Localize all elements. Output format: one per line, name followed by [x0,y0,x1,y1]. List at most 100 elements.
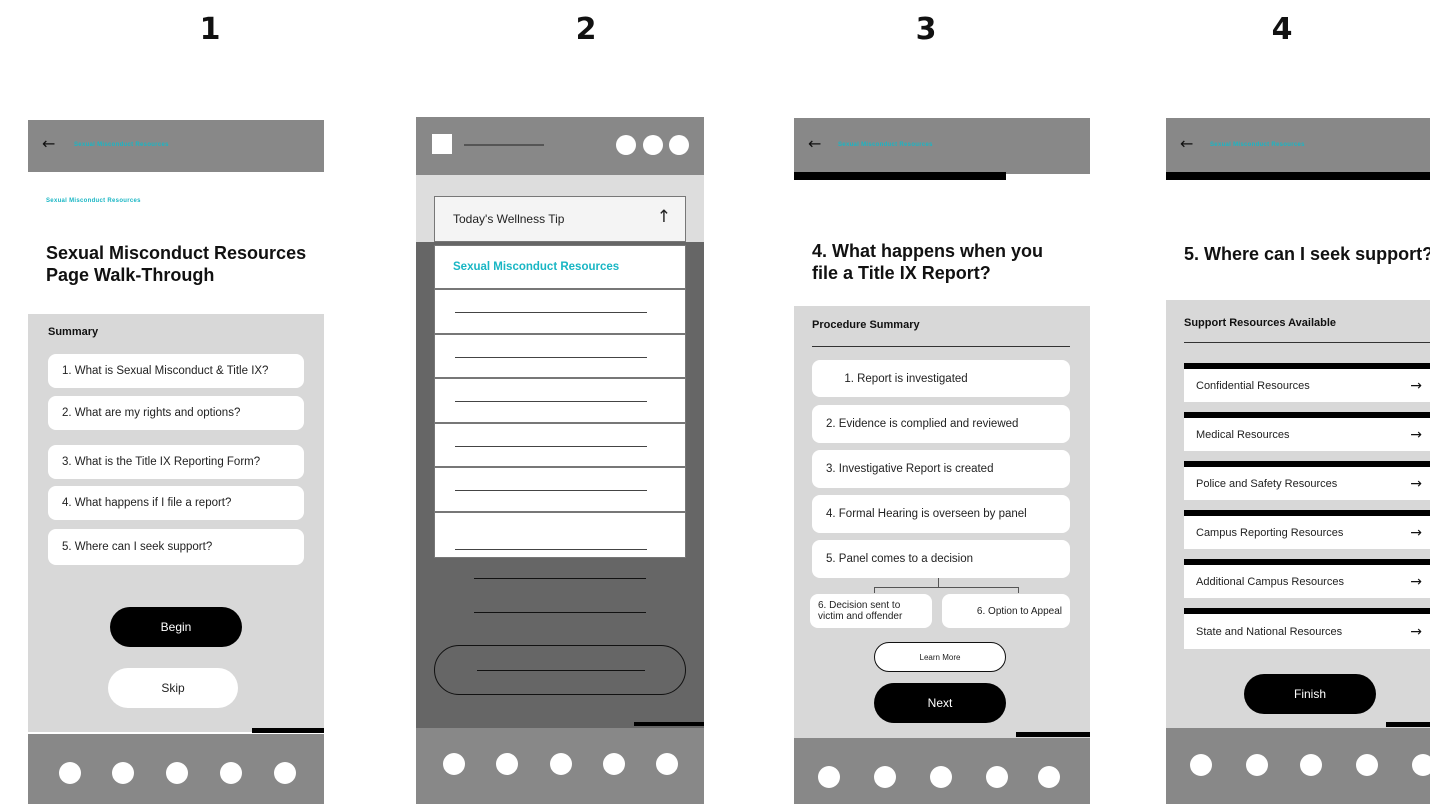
resource-campus-reporting[interactable]: Campus Reporting Resources → [1184,516,1430,549]
right-arrow-icon[interactable]: → [1410,378,1422,394]
top-bar: ← Sexual Misconduct Resources [28,120,324,172]
title-placeholder-line [464,144,544,146]
procedure-step-5[interactable]: 5. Panel comes to a decision [812,540,1070,578]
summary-label: Summary [48,326,99,338]
top-bar: ← Sexual Misconduct Resources [1166,118,1430,174]
placeholder-line [474,578,646,579]
scroll-indicator [1386,722,1430,727]
bottom-nav-bar [794,738,1090,804]
begin-button[interactable]: Begin [110,607,242,647]
resource-state-national[interactable]: State and National Resources → [1184,614,1430,649]
menu-item-placeholder[interactable] [434,423,686,467]
search-pill-placeholder[interactable] [434,645,686,695]
divider [1184,342,1430,343]
top-bar: ← Sexual Misconduct Resources [794,118,1090,174]
placeholder-line [474,612,646,613]
top-bar-title[interactable]: Sexual Misconduct Resources [74,142,169,148]
summary-item-2[interactable]: 2. What are my rights and options? [48,396,304,430]
right-arrow-icon[interactable]: → [1410,624,1422,640]
right-arrow-icon[interactable]: → [1410,476,1422,492]
nav-dot-4[interactable] [220,762,242,784]
nav-dot-3[interactable] [930,766,952,788]
nav-dot-5[interactable] [656,753,678,775]
nav-dot-1[interactable] [818,766,840,788]
nav-dot-3[interactable] [1300,754,1322,776]
nav-dot-4[interactable] [603,753,625,775]
nav-dot-1[interactable] [59,762,81,784]
finish-button[interactable]: Finish [1244,674,1376,714]
nav-dot-2[interactable] [1246,754,1268,776]
nav-dot-2[interactable] [112,762,134,784]
menu-dot-icon[interactable] [669,135,689,155]
resource-confidential[interactable]: Confidential Resources → [1184,369,1430,402]
learn-more-button[interactable]: Learn More [874,642,1006,672]
menu-item-placeholder[interactable] [434,334,686,378]
menu-item-placeholder[interactable] [434,378,686,423]
section-link[interactable]: Sexual Misconduct Resources [46,198,141,204]
nav-dot-1[interactable] [443,753,465,775]
back-arrow-icon[interactable]: ← [808,134,821,153]
branch-connector [938,578,939,587]
nav-dot-4[interactable] [1356,754,1378,776]
menu-item-placeholder[interactable] [434,289,686,334]
outcome-decision-sent[interactable]: 6. Decision sent to victim and offender [810,594,932,628]
divider [812,346,1070,347]
wireframe-board: 1 2 3 4 ← Sexual Misconduct Resources Se… [0,0,1430,804]
page-title-line-2: file a Title IX Report? [812,263,991,283]
nav-dot-2[interactable] [496,753,518,775]
skip-button[interactable]: Skip [108,668,238,708]
summary-item-5[interactable]: 5. Where can I seek support? [48,529,304,565]
nav-dot-4[interactable] [986,766,1008,788]
menu-item-placeholder[interactable] [434,512,686,558]
menu-item-sexual-misconduct[interactable]: Sexual Misconduct Resources [434,245,686,289]
nav-dot-5[interactable] [1038,766,1060,788]
summary-panel: Summary 1. What is Sexual Misconduct & T… [28,314,324,733]
right-arrow-icon[interactable]: → [1410,525,1422,541]
resource-additional-campus[interactable]: Additional Campus Resources → [1184,565,1430,598]
procedure-panel: Procedure Summary 1. Report is investiga… [794,306,1090,738]
procedure-step-3[interactable]: 3. Investigative Report is created [812,450,1070,488]
summary-item-3[interactable]: 3. What is the Title IX Reporting Form? [48,445,304,479]
resource-label: Police and Safety Resources [1196,477,1338,490]
page-title-line-1: 4. What happens when you [812,241,1044,261]
nav-dot-3[interactable] [550,753,572,775]
outcome-decision-line-2: victim and offender [818,611,903,622]
back-arrow-icon[interactable]: ← [42,134,55,153]
menu-dot-icon[interactable] [643,135,663,155]
resource-label: Campus Reporting Resources [1196,526,1344,539]
right-arrow-icon[interactable]: → [1410,427,1422,443]
nav-dot-2[interactable] [874,766,896,788]
next-button[interactable]: Next [874,683,1006,723]
nav-dot-1[interactable] [1190,754,1212,776]
resource-police-safety[interactable]: Police and Safety Resources → [1184,467,1430,500]
nav-dot-5[interactable] [274,762,296,784]
top-bar-title[interactable]: Sexual Misconduct Resources [838,142,933,148]
procedure-step-4[interactable]: 4. Formal Hearing is overseen by panel [812,495,1070,533]
summary-item-4[interactable]: 4. What happens if I file a report? [48,486,304,520]
scroll-indicator [634,722,704,726]
resource-label: Medical Resources [1196,428,1290,441]
resource-medical[interactable]: Medical Resources → [1184,418,1430,451]
menu-item-placeholder[interactable] [434,467,686,512]
right-arrow-icon[interactable]: → [1410,574,1422,590]
nav-dot-3[interactable] [166,762,188,784]
bottom-nav-bar [1166,728,1430,804]
back-arrow-icon[interactable]: ← [1180,134,1193,153]
outcome-option-to-appeal[interactable]: 6. Option to Appeal [942,594,1070,628]
procedure-step-1[interactable]: 1. Report is investigated [812,360,1070,397]
bottom-nav-bar [416,728,704,804]
menu-dot-icon[interactable] [616,135,636,155]
procedure-step-2[interactable]: 2. Evidence is complied and reviewed [812,405,1070,443]
wellness-tip-row[interactable]: Today's Wellness Tip ↑ [434,196,686,242]
summary-item-1[interactable]: 1. What is Sexual Misconduct & Title IX? [48,354,304,388]
nav-dot-5[interactable] [1412,754,1430,776]
resource-label: State and National Resources [1196,625,1343,638]
up-arrow-icon[interactable]: ↑ [657,207,671,227]
menu-item-label: Sexual Misconduct Resources [453,261,620,273]
progress-bar [1166,172,1430,180]
page-title: 5. Where can I seek support? [1184,244,1430,264]
outcome-decision-line-1: 6. Decision sent to [818,600,901,611]
top-bar-title[interactable]: Sexual Misconduct Resources [1210,142,1305,148]
resource-label: Confidential Resources [1196,379,1310,392]
summary-label: Support Resources Available [1184,317,1337,329]
